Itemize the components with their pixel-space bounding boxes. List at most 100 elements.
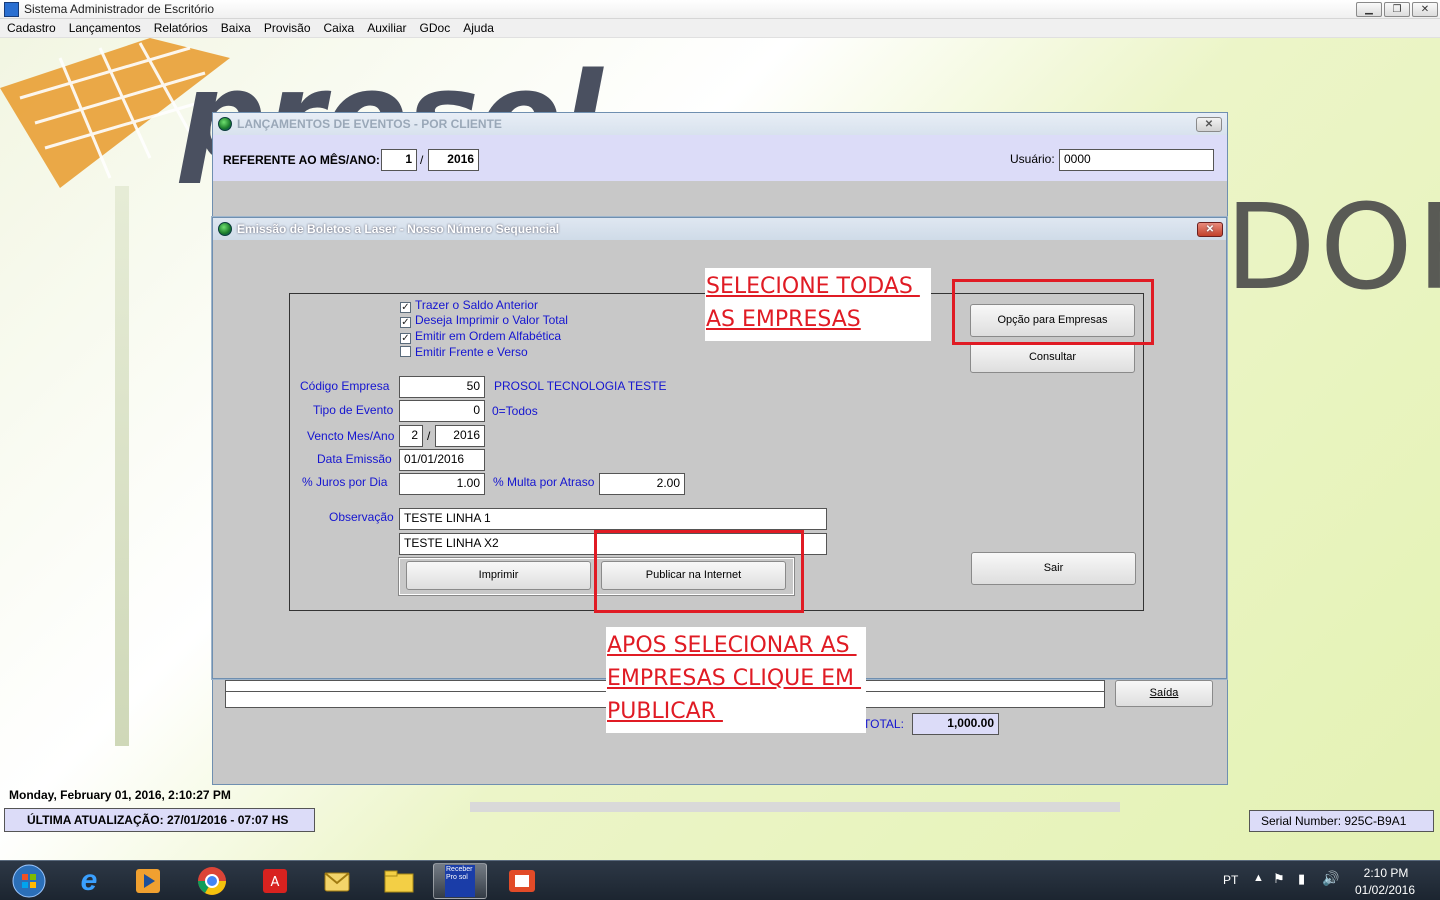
- annotation-line: PUBLICAR: [607, 699, 723, 724]
- menu-provisao[interactable]: Provisão: [257, 19, 317, 35]
- acrobat-icon[interactable]: A: [248, 863, 302, 899]
- receber-label: Receber Pro sol: [445, 865, 475, 897]
- usuario-label: Usuário:: [1010, 152, 1055, 166]
- annotation-line: EMPRESAS CLIQUE EM: [607, 666, 862, 691]
- imprimir-button[interactable]: Imprimir: [406, 561, 591, 590]
- annotation-line: AS EMPRESAS: [706, 307, 861, 332]
- datetime-text: Monday, February 01, 2016, 2:10:27 PM: [9, 788, 231, 802]
- juros-label: % Juros por Dia: [302, 475, 388, 489]
- checkbox-icon[interactable]: [400, 346, 411, 357]
- ano-input[interactable]: 2016: [428, 149, 479, 171]
- multa-label: % Multa por Atraso: [493, 475, 595, 489]
- menu-lancamentos[interactable]: Lançamentos: [62, 19, 147, 35]
- observacao-line1-input[interactable]: TESTE LINHA 1: [399, 508, 827, 530]
- multa-input[interactable]: 2.00: [599, 473, 685, 495]
- total-label: TOTAL:: [863, 717, 904, 731]
- volume-icon[interactable]: 🔊: [1322, 870, 1339, 887]
- serial-number-box: Serial Number: 925C-B9A1: [1249, 810, 1434, 832]
- mes-input[interactable]: 1: [381, 149, 417, 171]
- checkbox-icon[interactable]: ✓: [400, 333, 411, 344]
- vencto-mes-input[interactable]: 2: [399, 425, 423, 447]
- annotation-line: APOS SELECIONAR AS: [607, 633, 857, 658]
- checkbox-icon[interactable]: ✓: [400, 302, 411, 313]
- chrome-icon[interactable]: [185, 863, 239, 899]
- menu-baixa[interactable]: Baixa: [214, 19, 257, 35]
- tray-expand-icon[interactable]: ▲: [1253, 872, 1264, 884]
- presentation-app-icon[interactable]: [495, 863, 549, 899]
- events-saida-button[interactable]: Saída: [1115, 680, 1213, 707]
- annotation-select-all: SELECIONE TODAS AS EMPRESAS: [705, 268, 931, 341]
- checkbox-label: Emitir em Ordem Alfabética: [415, 329, 562, 343]
- app-titlebar: Sistema Administrador de Escritório ▁ ❐ …: [0, 0, 1440, 19]
- checkbox-label: Trazer o Saldo Anterior: [415, 298, 538, 312]
- empresa-nome: PROSOL TECNOLOGIA TESTE: [494, 379, 667, 393]
- checkbox-ordem-alfabetica[interactable]: ✓ Emitir em Ordem Alfabética: [400, 329, 561, 344]
- events-header: REFERENTE AO MÊS/ANO: 1 / 2016 Usuário: …: [213, 135, 1227, 181]
- annotation-line: SELECIONE TODAS: [706, 274, 920, 299]
- tipo-input[interactable]: 0: [399, 400, 485, 422]
- events-close-icon[interactable]: ✕: [1196, 117, 1222, 132]
- checkbox-frente-verso[interactable]: Emitir Frente e Verso: [400, 345, 528, 359]
- start-orb-icon[interactable]: [2, 863, 56, 899]
- consultar-button[interactable]: Consultar: [970, 342, 1135, 373]
- sair-button[interactable]: Sair: [971, 552, 1136, 585]
- bg-bar: [470, 802, 1120, 812]
- boleto-title: Emissão de Boletos a Laser - Nosso Númer…: [237, 222, 560, 236]
- usuario-input[interactable]: 0000: [1059, 149, 1214, 171]
- folder-icon[interactable]: [372, 863, 426, 899]
- svg-text:A: A: [271, 875, 280, 890]
- events-title: LANÇAMENTOS DE EVENTOS - POR CLIENTE: [237, 117, 502, 131]
- tipo-label: Tipo de Evento: [313, 403, 394, 417]
- checkbox-label: Emitir Frente e Verso: [415, 345, 528, 359]
- globe-icon: [218, 117, 232, 131]
- flag-icon[interactable]: ⚑: [1273, 871, 1285, 887]
- boleto-titlebar: Emissão de Boletos a Laser - Nosso Númer…: [213, 218, 1226, 240]
- checkbox-label: Deseja Imprimir o Valor Total: [415, 313, 568, 327]
- vencto-label: Vencto Mes/Ano: [307, 429, 395, 443]
- brand-text: DOR: [1225, 178, 1440, 316]
- outlook-icon[interactable]: [310, 863, 364, 899]
- menu-relatorios[interactable]: Relatórios: [147, 19, 214, 35]
- tipo-hint: 0=Todos: [492, 404, 538, 418]
- close-button[interactable]: ✕: [1412, 2, 1438, 17]
- checkbox-valor-total[interactable]: ✓ Deseja Imprimir o Valor Total: [400, 313, 568, 328]
- menu-caixa[interactable]: Caixa: [317, 19, 361, 35]
- network-icon[interactable]: ▮: [1298, 871, 1305, 887]
- media-player-icon[interactable]: [121, 863, 175, 899]
- bg-stripe: [115, 186, 129, 746]
- highlight-opcao-empresas: [952, 279, 1154, 345]
- language-indicator[interactable]: PT: [1223, 873, 1238, 887]
- tray-time[interactable]: 2:10 PM: [1356, 866, 1416, 880]
- codigo-label: Código Empresa: [300, 379, 390, 393]
- highlight-publicar: [594, 530, 804, 613]
- referente-label: REFERENTE AO MÊS/ANO:: [223, 153, 380, 167]
- slash-label: /: [420, 153, 424, 167]
- menu-auxiliar[interactable]: Auxiliar: [360, 19, 412, 35]
- observacao-label: Observação: [329, 510, 394, 524]
- app-icon: [4, 2, 19, 17]
- app-title: Sistema Administrador de Escritório: [24, 2, 215, 16]
- total-value: 1,000.00: [912, 713, 999, 735]
- minimize-button[interactable]: ▁: [1356, 2, 1382, 17]
- vencto-ano-input[interactable]: 2016: [435, 425, 485, 447]
- checkbox-saldo-anterior[interactable]: ✓ Trazer o Saldo Anterior: [400, 298, 538, 313]
- checkbox-icon[interactable]: ✓: [400, 317, 411, 328]
- codigo-input[interactable]: 50: [399, 376, 485, 398]
- prosol-receber-app-icon[interactable]: Receber Pro sol: [433, 863, 487, 899]
- last-update-box: ÚLTIMA ATUALIZAÇÃO: 27/01/2016 - 07:07 H…: [4, 808, 315, 832]
- taskbar: e A Receber Pro sol PT ▲ ⚑ ▮ 🔊 2:10 PM 0…: [0, 860, 1440, 900]
- menu-bar: Cadastro Lançamentos Relatórios Baixa Provis…: [0, 19, 1440, 38]
- internet-explorer-icon[interactable]: e: [62, 863, 116, 899]
- menu-cadastro[interactable]: Cadastro: [0, 19, 62, 35]
- tray-date[interactable]: 01/02/2016: [1350, 883, 1420, 897]
- menu-ajuda[interactable]: Ajuda: [456, 19, 500, 35]
- vencto-slash: /: [427, 429, 431, 443]
- menu-gdoc[interactable]: GDoc: [413, 19, 457, 35]
- boleto-close-icon[interactable]: ✕: [1197, 222, 1223, 237]
- data-emissao-input[interactable]: 01/01/2016: [399, 449, 485, 471]
- globe-icon: [218, 222, 232, 236]
- annotation-publish: APOS SELECIONAR AS EMPRESAS CLIQUE EM PU…: [606, 627, 866, 733]
- data-emissao-label: Data Emissão: [317, 452, 392, 466]
- juros-input[interactable]: 1.00: [399, 473, 485, 495]
- restore-button[interactable]: ❐: [1384, 2, 1410, 17]
